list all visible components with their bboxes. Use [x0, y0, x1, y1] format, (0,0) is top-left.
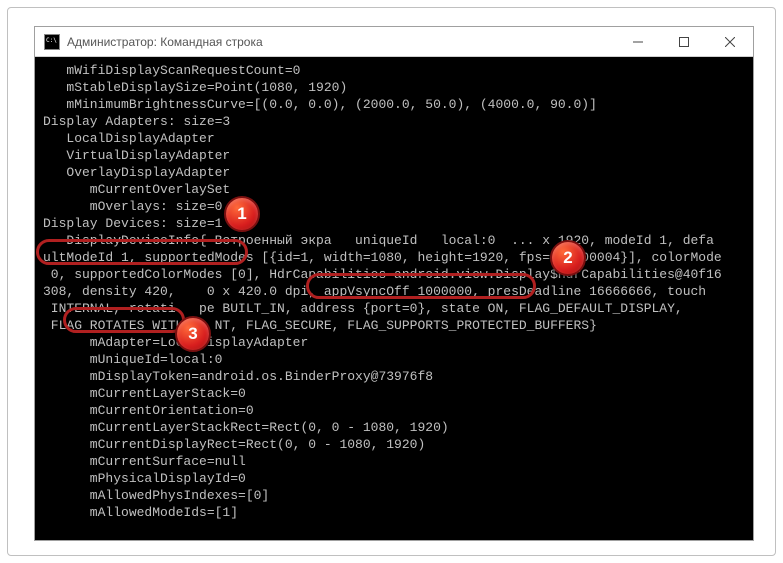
cmd-icon [44, 34, 60, 50]
console-line: 0, supportedColorModes [0], HdrCapabilit… [43, 266, 751, 283]
console-line: mStableDisplaySize=Point(1080, 1920) [43, 79, 751, 96]
console-line: Display Adapters: size=3 [43, 113, 751, 130]
console-line: DisplayDeviceInfo{ Встроенный экра uniqu… [43, 232, 751, 249]
console-line: mCurrentDisplayRect=Rect(0, 0 - 1080, 19… [43, 436, 751, 453]
console-line: LocalDisplayAdapter [43, 130, 751, 147]
console-line: mCurrentOrientation=0 [43, 402, 751, 419]
close-button[interactable] [707, 27, 753, 57]
console-line: mAllowedModeIds=[1] [43, 504, 751, 521]
console-line: mCurrentSurface=null [43, 453, 751, 470]
console-output: mWifiDisplayScanRequestCount=0 mStableDi… [35, 57, 753, 540]
console-line: mPhysicalDisplayId=0 [43, 470, 751, 487]
console-line: VirtualDisplayAdapter [43, 147, 751, 164]
cmd-window: Администратор: Командная строка mWifiDis… [34, 26, 754, 541]
console-line: mAdapter=LocalDisplayAdapter [43, 334, 751, 351]
console-line: mAllowedPhysIndexes=[0] [43, 487, 751, 504]
console-line: mCurrentOverlaySet [43, 181, 751, 198]
console-line: mWifiDisplayScanRequestCount=0 [43, 62, 751, 79]
title-bar: Администратор: Командная строка [35, 27, 753, 57]
console-line: 308, density 420, 0 x 420.0 dpi, appVsyn… [43, 283, 751, 300]
console-line: mCurrentLayerStack=0 [43, 385, 751, 402]
console-line: OverlayDisplayAdapter [43, 164, 751, 181]
console-line: mOverlays: size=0 [43, 198, 751, 215]
minimize-button[interactable] [615, 27, 661, 57]
console-line: Display Devices: size=1 [43, 215, 751, 232]
console-line: INTERNAL, rotati pe BUILT_IN, address {p… [43, 300, 751, 317]
console-line: mCurrentLayerStackRect=Rect(0, 0 - 1080,… [43, 419, 751, 436]
maximize-button[interactable] [661, 27, 707, 57]
window-title: Администратор: Командная строка [67, 35, 615, 49]
console-line: FLAG_ROTATES_WITH_ NT, FLAG_SECURE, FLAG… [43, 317, 751, 334]
console-line: mUniqueId=local:0 [43, 351, 751, 368]
console-line: ultModeId 1, supportedModes [{id=1, widt… [43, 249, 751, 266]
console-line: mDisplayToken=android.os.BinderProxy@739… [43, 368, 751, 385]
console-line: mMinimumBrightnessCurve=[(0.0, 0.0), (20… [43, 96, 751, 113]
